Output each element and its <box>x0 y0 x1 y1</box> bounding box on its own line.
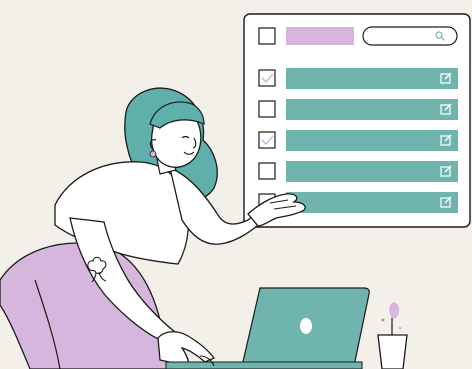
list-item[interactable] <box>258 68 458 89</box>
plant-pot-icon <box>377 302 408 369</box>
header-checkbox[interactable] <box>258 27 276 45</box>
header-title-bar <box>286 27 354 45</box>
laptop[interactable] <box>165 287 370 369</box>
row-bar[interactable] <box>286 130 458 151</box>
checkbox-checked[interactable] <box>258 131 276 149</box>
search-input[interactable] <box>362 26 458 46</box>
plant-flower <box>389 302 400 318</box>
checkbox-checked[interactable] <box>258 69 276 87</box>
checkbox-unchecked[interactable] <box>258 162 276 180</box>
row-bar[interactable] <box>286 192 458 213</box>
row-bar[interactable] <box>286 68 458 89</box>
list-item[interactable] <box>258 99 458 120</box>
earring <box>149 150 157 158</box>
list-item[interactable] <box>258 130 458 151</box>
illustration-scene <box>0 0 472 369</box>
illustration-svg <box>0 13 471 369</box>
checkbox-unchecked[interactable] <box>258 100 276 118</box>
row-bar[interactable] <box>286 99 458 120</box>
list-item[interactable] <box>258 161 458 182</box>
laptop-base <box>165 361 363 369</box>
checklist-panel <box>243 13 471 228</box>
laptop-logo-icon <box>300 318 312 334</box>
left-hand <box>157 331 216 367</box>
row-bar[interactable] <box>286 161 458 182</box>
